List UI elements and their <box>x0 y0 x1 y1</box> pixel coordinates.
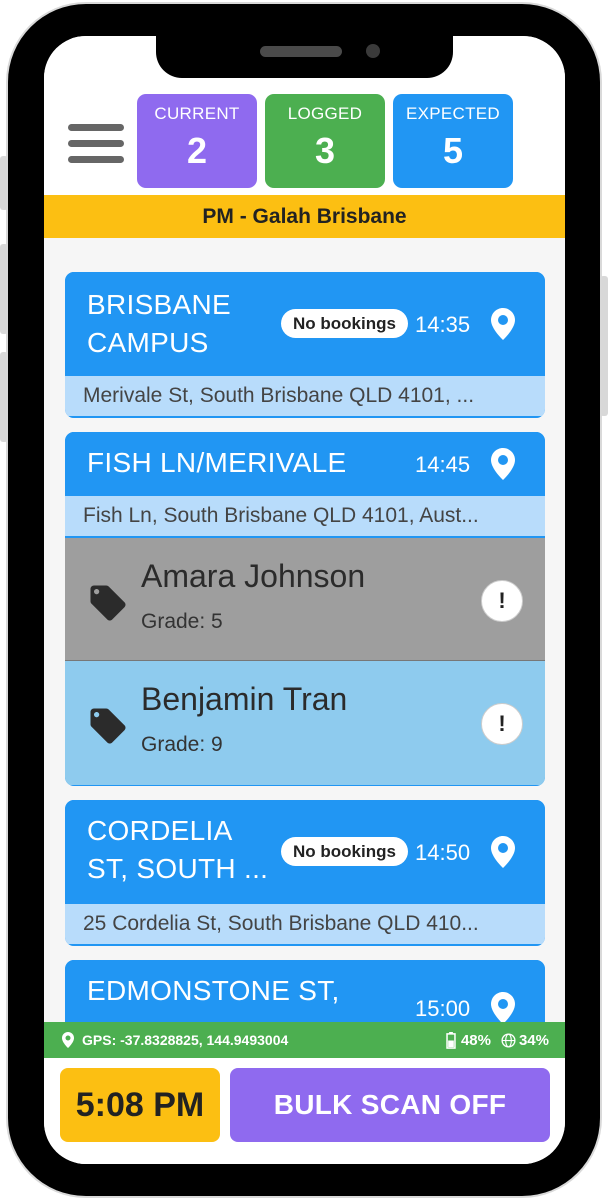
gps-status-bar: GPS: -37.8328825, 144.9493004 48% 34% <box>44 1022 565 1058</box>
location-pin-icon[interactable] <box>491 448 515 480</box>
stop-name: FISH LN/MERIVALE <box>87 447 347 478</box>
stop-time: 15:00 <box>415 996 471 1021</box>
passenger-grade: Grade: 9 <box>141 733 223 756</box>
battery-level: 48% <box>460 1031 491 1049</box>
stop-card[interactable]: EDMONSTONE ST, 15:00 <box>65 960 545 1022</box>
power-button <box>600 276 608 416</box>
volume-button <box>0 244 8 334</box>
app-screen: CURRENT 2 LOGGED 3 EXPECTED 5 PM - Galah… <box>44 36 565 1164</box>
current-counter[interactable]: CURRENT 2 <box>137 94 257 188</box>
expected-counter[interactable]: EXPECTED 5 <box>393 94 513 188</box>
stop-name-line: ST, SOUTH ... <box>87 853 269 884</box>
stop-address: 25 Cordelia St, South Brisbane QLD 410..… <box>65 904 545 946</box>
logged-counter[interactable]: LOGGED 3 <box>265 94 385 188</box>
bottom-bar: 5:08 PM BULK SCAN OFF <box>44 1058 565 1164</box>
passenger-grade: Grade: 5 <box>141 610 223 633</box>
no-bookings-badge: No bookings <box>281 837 408 866</box>
no-bookings-badge: No bookings <box>281 309 408 338</box>
stop-card[interactable]: FISH LN/MERIVALE 14:45 Fish Ln, South Br… <box>65 432 545 786</box>
signal-level: 34% <box>518 1031 549 1049</box>
stop-name-line: BRISBANE <box>87 289 231 320</box>
logged-label: LOGGED <box>287 104 363 123</box>
stop-time: 14:45 <box>415 452 471 477</box>
stop-address: Merivale St, South Brisbane QLD 4101, ..… <box>65 376 545 418</box>
tag-icon <box>90 708 126 744</box>
stop-name: BRISBANE CAMPUS <box>87 286 231 362</box>
location-pin-icon[interactable] <box>491 992 515 1022</box>
expected-value: 5 <box>442 130 464 171</box>
phone-notch <box>156 36 453 78</box>
front-camera <box>366 44 380 58</box>
stop-name: CORDELIA ST, SOUTH ... <box>87 812 268 888</box>
volume-button <box>0 352 8 442</box>
tag-icon <box>90 585 126 621</box>
logged-value: 3 <box>314 130 336 171</box>
volume-button <box>0 156 8 210</box>
alert-icon[interactable]: ! <box>481 703 523 745</box>
globe-icon <box>501 1032 516 1048</box>
stop-time: 14:50 <box>415 840 471 865</box>
bulk-scan-button[interactable]: BULK SCAN OFF <box>230 1068 550 1142</box>
stop-card[interactable]: BRISBANE CAMPUS No bookings 14:35 Meriva… <box>65 272 545 418</box>
route-banner: PM - Galah Brisbane <box>44 195 565 238</box>
clock-display: 5:08 PM <box>60 1068 220 1142</box>
alert-icon[interactable]: ! <box>481 580 523 622</box>
current-label: CURRENT <box>154 104 240 123</box>
passenger-row[interactable]: Amara Johnson Grade: 5 ! <box>65 538 545 661</box>
speaker-grille <box>260 46 342 57</box>
stop-name: EDMONSTONE ST, <box>87 975 340 1006</box>
location-pin-icon[interactable] <box>491 836 515 868</box>
stop-address: Fish Ln, South Brisbane QLD 4101, Aust..… <box>65 496 545 538</box>
stop-list[interactable]: BRISBANE CAMPUS No bookings 14:35 Meriva… <box>44 238 565 1022</box>
stop-name-line: CORDELIA <box>87 815 233 846</box>
passenger-name: Amara Johnson <box>141 558 366 594</box>
passenger-name: Benjamin Tran <box>141 681 348 717</box>
location-pin-icon[interactable] <box>491 308 515 340</box>
expected-label: EXPECTED <box>405 104 501 123</box>
current-value: 2 <box>186 130 208 171</box>
menu-icon[interactable] <box>68 124 124 164</box>
stop-card[interactable]: CORDELIA ST, SOUTH ... No bookings 14:50… <box>65 800 545 946</box>
stop-name-line: CAMPUS <box>87 327 209 358</box>
gps-coordinates: GPS: -37.8328825, 144.9493004 <box>82 1032 289 1048</box>
location-icon <box>62 1032 74 1048</box>
stop-time: 14:35 <box>415 312 471 337</box>
passenger-row[interactable]: Benjamin Tran Grade: 9 ! <box>65 661 545 785</box>
battery-icon <box>446 1031 456 1049</box>
